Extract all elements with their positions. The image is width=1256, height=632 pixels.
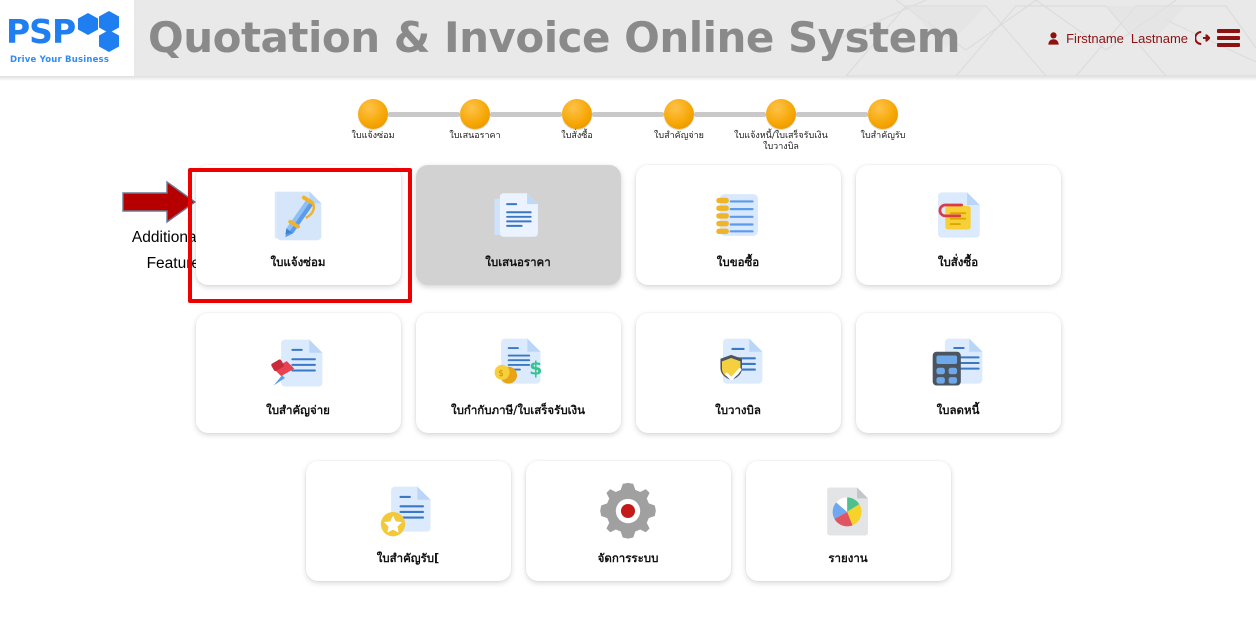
stepper-connector: [694, 111, 766, 117]
stepper-step-3[interactable]: [562, 99, 592, 129]
menu-card-3[interactable]: ใบขอซื้อ: [635, 165, 841, 285]
menu-card-11[interactable]: รายงาน: [745, 461, 951, 581]
document-star-icon: [378, 474, 438, 548]
annotation-line-1: Additional: [131, 229, 200, 246]
menu-card-6[interactable]: $ $ ใบกำกับภาษี/ใบเสร็จรับเงิน: [415, 313, 621, 433]
menu-card-9[interactable]: ใบสำคัญรับ[: [305, 461, 511, 581]
document-lines-icon: [489, 178, 547, 252]
menu-card-10[interactable]: จัดการระบบ: [525, 461, 731, 581]
menu-cell: ใบเสนอราคา: [408, 165, 628, 285]
logo-tagline: Drive Your Business: [10, 54, 110, 65]
menu-grid: Additional Feature ใบแจ้งซ่อม ใบเสนอราคา: [0, 165, 1256, 581]
stepper-connector: [388, 111, 460, 117]
annotation-line-2: Feature: [146, 255, 200, 272]
menu-card-label: ใบสำคัญรับ[: [376, 551, 440, 565]
menu-card-7[interactable]: ใบวางบิล: [635, 313, 841, 433]
user-firstname[interactable]: Firstname: [1066, 31, 1124, 46]
user-lastname[interactable]: Lastname: [1131, 31, 1188, 46]
stepper-dot-icon: [358, 99, 388, 129]
menu-card-2[interactable]: ใบเสนอราคา: [415, 165, 621, 285]
logo-wordmark: PSP: [6, 11, 76, 51]
document-pen-icon: [267, 178, 329, 252]
document-shield-icon: [708, 326, 768, 400]
menu-cell: ใบสำคัญรับ[: [298, 461, 518, 581]
menu-cell: ใบลดหนี้: [848, 313, 1068, 433]
menu-card-label: จัดการระบบ: [597, 551, 659, 565]
stepper-step-5[interactable]: [766, 99, 796, 129]
hexagon-cluster-icon: [78, 10, 120, 52]
menu-cell: ใบแจ้งซ่อม: [188, 165, 408, 285]
document-calculator-icon: [928, 326, 988, 400]
notepad-icon: [709, 178, 767, 252]
gear-icon: [598, 474, 658, 548]
menu-cell: ใบสำคัญจ่าย: [188, 313, 408, 433]
workflow-stepper: ใบแจ้งซ่อม ใบเสนอราคา ใบสั่งซื้อ ใบสำคัญจ่า…: [0, 81, 1256, 157]
menu-card-8[interactable]: ใบลดหนี้: [855, 313, 1061, 433]
menu-cell: รายงาน: [738, 461, 958, 581]
right-arrow-icon: [122, 180, 197, 224]
stepper-connector: [490, 111, 562, 117]
menu-cell: ใบขอซื้อ: [628, 165, 848, 285]
hamburger-menu-icon[interactable]: [1217, 29, 1240, 47]
menu-card-5[interactable]: ใบสำคัญจ่าย: [195, 313, 401, 433]
header-user-area: Firstname Lastname: [1048, 29, 1256, 47]
menu-card-label: ใบสำคัญจ่าย: [266, 403, 330, 417]
menu-card-1[interactable]: ใบแจ้งซ่อม: [195, 165, 401, 285]
svg-text:$: $: [529, 358, 542, 379]
stepper-dot-icon: [868, 99, 898, 129]
logout-icon[interactable]: [1195, 31, 1210, 45]
menu-card-label: ใบกำกับภาษี/ใบเสร็จรับเงิน: [450, 403, 586, 417]
document-money-icon: $ $: [488, 326, 548, 400]
additional-feature-annotation: Additional Feature: [80, 179, 200, 277]
menu-card-label: ใบลดหนี้: [936, 403, 980, 417]
stepper-step-1[interactable]: [358, 99, 388, 129]
menu-cell: ใบสั่งซื้อ: [848, 165, 1068, 285]
stepper-step-4[interactable]: [664, 99, 694, 129]
menu-card-label: ใบเสนอราคา: [485, 255, 551, 269]
menu-cell: $ $ ใบกำกับภาษี/ใบเสร็จรับเงิน: [408, 313, 628, 433]
document-pushpin-icon: [268, 326, 328, 400]
user-icon: [1048, 31, 1059, 45]
menu-card-4[interactable]: ใบสั่งซื้อ: [855, 165, 1061, 285]
stepper-dot-icon: [460, 99, 490, 129]
stepper-dot-icon: [664, 99, 694, 129]
menu-cell: จัดการระบบ: [518, 461, 738, 581]
stepper-step-6[interactable]: [868, 99, 898, 129]
stepper-labels: ใบแจ้งซ่อม ใบเสนอราคา ใบสั่งซื้อ ใบสำคัญจ่า…: [351, 131, 905, 157]
stepper-dot-icon: [562, 99, 592, 129]
document-piechart-icon: [819, 474, 877, 548]
stepper-track: [358, 97, 898, 131]
menu-card-label: ใบขอซื้อ: [716, 255, 760, 269]
page-title: Quotation & Invoice Online System: [148, 13, 961, 62]
stepper-connector: [796, 111, 868, 117]
menu-cell: ใบวางบิล: [628, 313, 848, 433]
svg-text:$: $: [498, 368, 503, 378]
menu-card-label: รายงาน: [828, 551, 868, 565]
stepper-dot-icon: [766, 99, 796, 129]
document-paperclip-icon: [929, 178, 987, 252]
app-header: PSP Drive Your Business Quotation & Invo…: [0, 0, 1256, 76]
stepper-label-6: ใบสำคัญรับ: [860, 131, 906, 141]
menu-card-label: ใบสั่งซื้อ: [937, 255, 979, 269]
menu-card-label: ใบแจ้งซ่อม: [270, 255, 326, 269]
stepper-step-2[interactable]: [460, 99, 490, 129]
psp-logo[interactable]: PSP Drive Your Business: [0, 0, 134, 76]
menu-card-label: ใบวางบิล: [715, 403, 761, 417]
stepper-connector: [592, 111, 664, 117]
